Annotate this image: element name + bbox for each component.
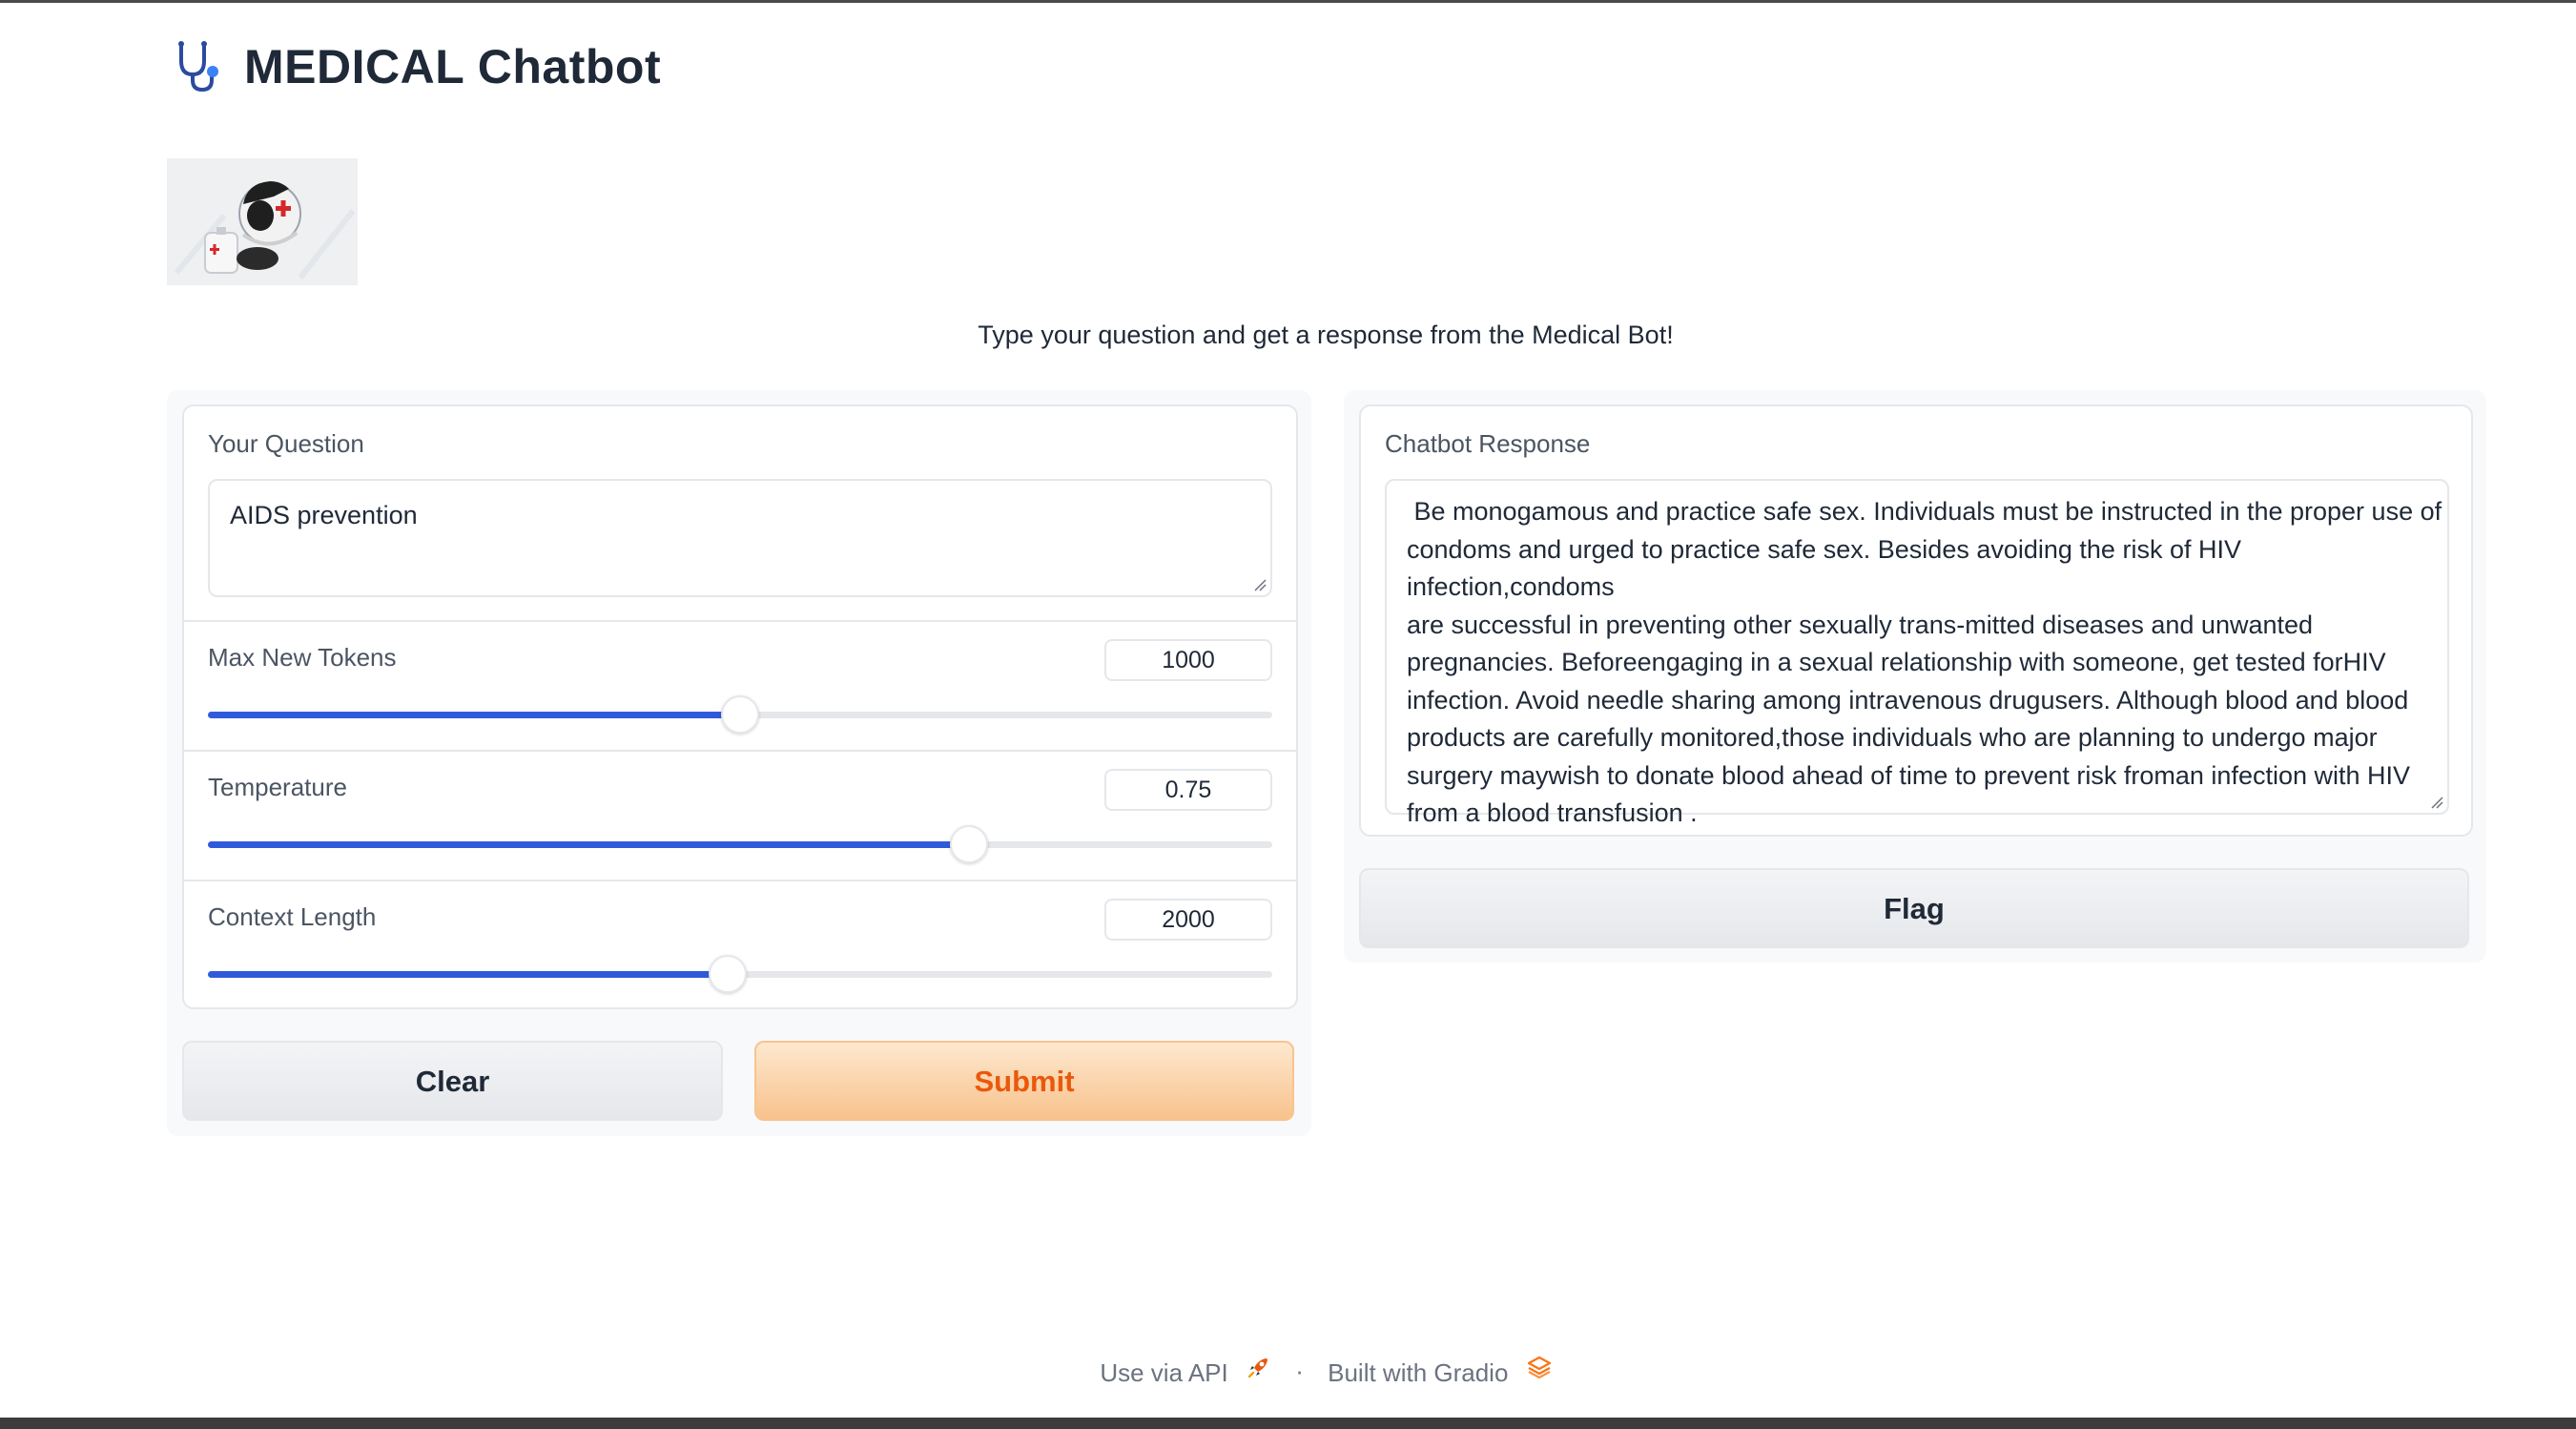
- rocket-icon: [1247, 1358, 1267, 1378]
- context-length-slider[interactable]: [208, 955, 1272, 993]
- response-line: from a blood transfusion .: [1407, 798, 1698, 827]
- temperature-slider-thumb[interactable]: [949, 825, 988, 863]
- input-card: Your Question AIDS prevention Max New To…: [182, 404, 1298, 1009]
- use-via-api-link[interactable]: Use via API: [1100, 1355, 1271, 1388]
- response-line: surgery maywish to donate blood ahead of…: [1407, 760, 2411, 790]
- submit-button[interactable]: Submit: [754, 1041, 1294, 1121]
- chatbot-response-label: Chatbot Response: [1385, 429, 1591, 458]
- app-header: MEDICAL Chatbot: [172, 34, 661, 99]
- response-line: infection. Avoid needle sharing among in…: [1407, 685, 2409, 714]
- context-length-label: Context Length: [208, 902, 377, 931]
- max-new-tokens-slider-thumb[interactable]: [721, 695, 759, 734]
- max-new-tokens-number-input[interactable]: 1000: [1104, 639, 1272, 681]
- footer: Use via API · Built with Gradio: [0, 1355, 2576, 1388]
- max-new-tokens-slider[interactable]: [208, 695, 1272, 734]
- input-column: Your Question AIDS prevention Max New To…: [167, 390, 1311, 1136]
- built-with-gradio-link[interactable]: Built with Gradio: [1328, 1355, 1552, 1388]
- use-via-api-label: Use via API: [1100, 1357, 1228, 1387]
- divider: [184, 880, 1296, 881]
- stethoscope-icon: [178, 41, 218, 93]
- medical-bot-image: [167, 158, 358, 285]
- divider: [184, 750, 1296, 752]
- temperature-number-input[interactable]: 0.75: [1104, 769, 1272, 811]
- flag-button[interactable]: Flag: [1359, 868, 2469, 948]
- context-length-number-input[interactable]: 2000: [1104, 899, 1272, 941]
- window-bottom-border: [0, 1418, 2576, 1429]
- question-label: Your Question: [208, 429, 364, 458]
- question-input[interactable]: AIDS prevention: [208, 479, 1272, 597]
- gradio-logo-icon: [1527, 1356, 1551, 1379]
- response-line: are successful in preventing other sexua…: [1407, 610, 2314, 639]
- divider: [184, 620, 1296, 622]
- response-line: products are carefully monitored,those i…: [1407, 723, 2378, 752]
- context-length-slider-thumb[interactable]: [708, 955, 747, 993]
- temperature-slider-fill: [208, 841, 969, 848]
- response-line: Be monogamous and practice safe sex. Ind…: [1407, 497, 2442, 526]
- response-line: pregnancies. Beforeengaging in a sexual …: [1407, 648, 2386, 676]
- resize-handle-icon[interactable]: [2430, 796, 2443, 809]
- temperature-label: Temperature: [208, 773, 347, 801]
- built-with-gradio-label: Built with Gradio: [1328, 1357, 1509, 1387]
- context-length-slider-fill: [208, 971, 728, 978]
- max-new-tokens-label: Max New Tokens: [208, 643, 397, 672]
- footer-separator: ·: [1295, 1356, 1304, 1385]
- response-line: condoms and urged to practice safe sex. …: [1407, 534, 2241, 602]
- question-input-value: AIDS prevention: [230, 501, 418, 529]
- chatbot-response-output[interactable]: Be monogamous and practice safe sex. Ind…: [1385, 479, 2449, 827]
- output-column: Chatbot Response Be monogamous and pract…: [1344, 390, 2486, 963]
- app-title: MEDICAL Chatbot: [244, 40, 662, 93]
- max-new-tokens-slider-fill: [208, 712, 740, 718]
- clear-button[interactable]: Clear: [182, 1041, 723, 1121]
- window-top-border: [0, 0, 2576, 3]
- resize-handle-icon[interactable]: [1253, 578, 1267, 591]
- temperature-slider[interactable]: [208, 825, 1272, 863]
- output-card: Chatbot Response Be monogamous and pract…: [1359, 404, 2473, 837]
- app-description: Type your question and get a response fr…: [978, 321, 1674, 349]
